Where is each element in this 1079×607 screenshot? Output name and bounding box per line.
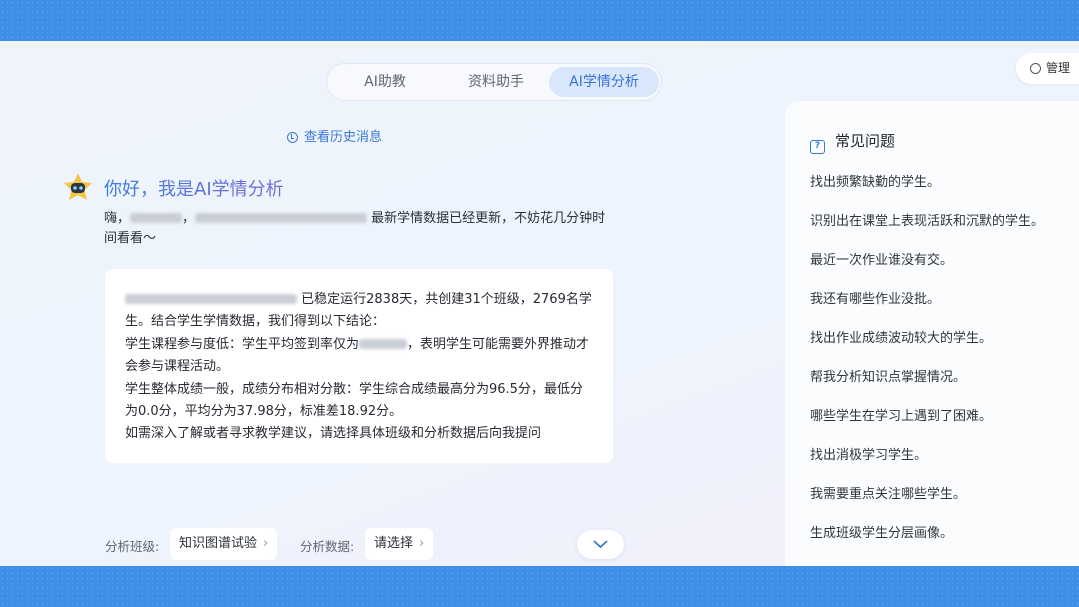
summary-line-3: 学生整体成绩一般，成绩分布相对分散：学生综合成绩最高分为96.5分，最低分为0.…: [125, 381, 583, 420]
top-band: [0, 0, 1079, 41]
redacted-name: [130, 213, 183, 223]
manage-label: 管理: [1046, 61, 1071, 75]
faq-item[interactable]: 最近一次作业谁没有交。: [810, 249, 953, 268]
manage-button[interactable]: 管理: [1016, 53, 1079, 84]
history-icon: [287, 132, 298, 143]
summary-line-1: 已稳定运行2838天，共创建31个班级，2769名学生。结合学生学情数据，我们得…: [125, 289, 593, 334]
faq-item[interactable]: 我还有哪些作业没批。: [810, 288, 940, 307]
faq-header: ? 常见问题: [810, 130, 895, 154]
data-select[interactable]: 请选择 ›: [365, 528, 434, 560]
history-label: 查看历史消息: [304, 130, 383, 145]
faq-title: 常见问题: [835, 132, 896, 150]
view-history-link[interactable]: 查看历史消息: [287, 126, 382, 145]
chevron-right-icon: ›: [263, 536, 269, 551]
tab-ai-assistant[interactable]: AI助教: [337, 67, 433, 97]
summary-card: 已稳定运行2838天，共创建31个班级，2769名学生。结合学生学情数据，我们得…: [105, 269, 613, 463]
robot-avatar-icon: [64, 173, 92, 200]
faq-panel: ? 常见问题 找出频繁缺勤的学生。 识别出在课堂上表现活跃和沉默的学生。 最近一次…: [785, 101, 1079, 566]
faq-item[interactable]: 找出作业成绩波动较大的学生。: [810, 327, 992, 346]
question-icon: ?: [810, 140, 825, 154]
faq-item[interactable]: 哪些学生在学习上遇到了困难。: [810, 405, 992, 424]
main-area: AI助教 资料助手 AI学情分析 管理 查看历史消息 你好，我是AI学情分析 嗨…: [0, 41, 1079, 566]
class-select[interactable]: 知识图谱试验 ›: [170, 528, 278, 560]
faq-item[interactable]: 帮我分析知识点掌握情况。: [810, 366, 966, 385]
data-label: 分析数据:: [300, 539, 355, 554]
chevron-right-icon: ›: [419, 536, 425, 551]
summary-line-4: 如需深入了解或者寻求教学建议，请选择具体班级和分析数据后向我提问: [125, 426, 542, 442]
redacted-platform: [125, 294, 297, 304]
redacted-school: [195, 213, 368, 223]
tab-learning-analysis[interactable]: AI学情分析: [549, 67, 659, 97]
scroll-down-button[interactable]: [577, 530, 624, 559]
mode-tabs: AI助教 资料助手 AI学情分析: [326, 63, 662, 101]
summary-line-2: 学生课程参与度低：学生平均签到率仅为 ，表明学生可能需要外界推动才会参与课程活动。: [125, 334, 593, 379]
faq-item[interactable]: 找出频繁缺勤的学生。: [810, 171, 940, 190]
summary-line-2a: 学生课程参与度低：学生平均签到率仅为: [125, 336, 360, 352]
greeting-comma: ，: [182, 211, 196, 226]
bottom-band: [0, 566, 1079, 607]
redacted-rate: [359, 338, 408, 349]
faq-item[interactable]: 找出消极学习学生。: [810, 444, 927, 463]
faq-item[interactable]: 生成班级学生分层画像。: [810, 522, 953, 541]
tab-material-assistant[interactable]: 资料助手: [443, 67, 549, 97]
data-select-value: 请选择: [374, 536, 414, 551]
class-label: 分析班级:: [105, 539, 160, 554]
faq-item[interactable]: 我需要重点关注哪些学生。: [810, 483, 966, 502]
chevron-down-icon: [593, 540, 608, 549]
gear-icon: [1030, 63, 1041, 74]
class-select-value: 知识图谱试验: [179, 536, 258, 551]
greeting-title: 你好，我是AI学情分析: [104, 175, 284, 201]
greeting-hi: 嗨，: [104, 211, 131, 226]
greeting-text: 嗨，， 最新学情数据已经更新，不妨花几分钟时间看看～: [104, 209, 609, 249]
faq-item[interactable]: 识别出在课堂上表现活跃和沉默的学生。: [810, 210, 1044, 229]
